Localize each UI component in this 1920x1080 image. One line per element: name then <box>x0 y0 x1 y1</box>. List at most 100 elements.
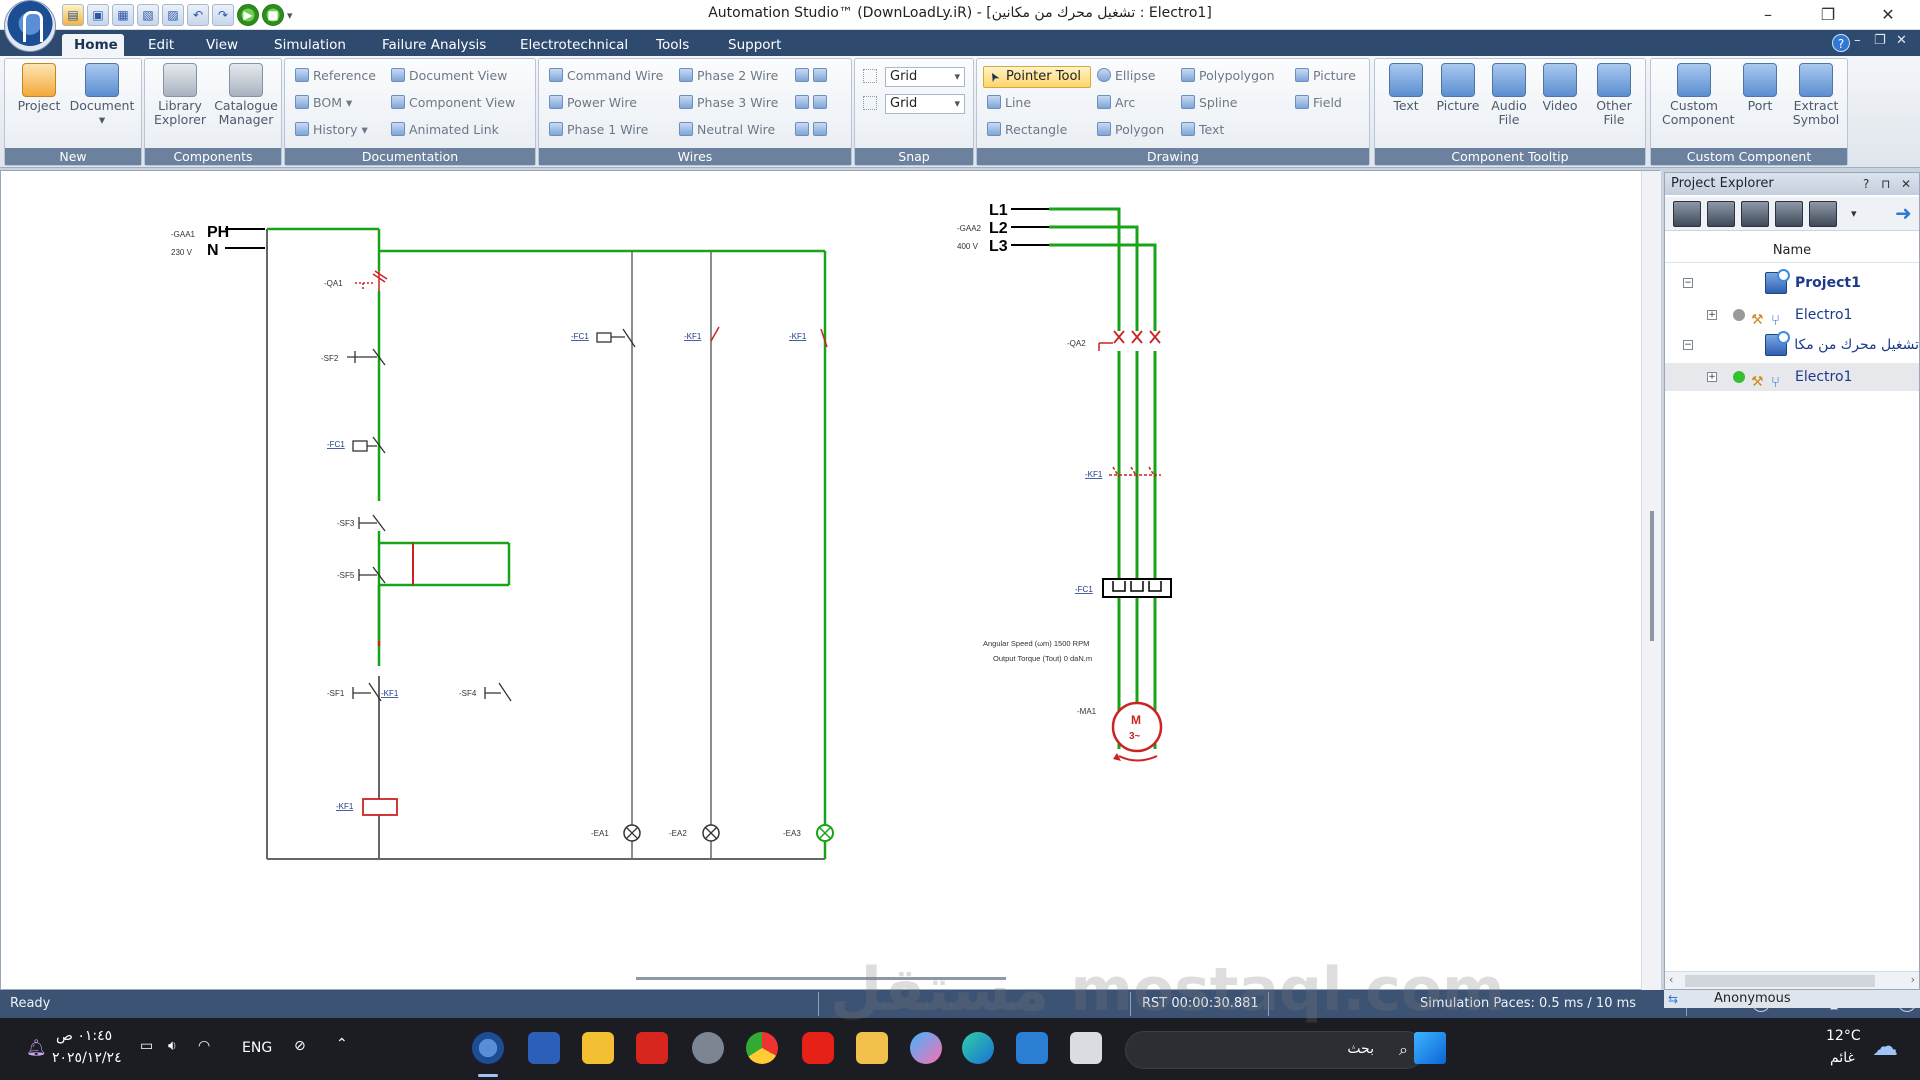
taskbar-search[interactable]: بحث ⌕ <box>1125 1031 1425 1069</box>
schematic-drawing[interactable]: -GAA1 230 V PH N -QA1 -SF2 -FC1 -SF3 -SF… <box>1 171 1641 991</box>
reference-button[interactable]: Reference <box>295 65 376 87</box>
chrome-app-icon[interactable] <box>746 1032 778 1064</box>
weather-condition[interactable]: غائم <box>1830 1050 1855 1066</box>
vscode-app-icon[interactable] <box>1016 1032 1048 1064</box>
camera-off-icon[interactable]: ⊘ <box>294 1038 306 1054</box>
stop-sf5-symbol[interactable] <box>358 566 386 584</box>
app-logo[interactable] <box>4 0 56 52</box>
text-button[interactable]: Text <box>1181 119 1224 141</box>
contact-kf1a-tag[interactable]: -KF1 <box>684 332 702 341</box>
line-button[interactable]: Line <box>987 92 1031 114</box>
expand-icon[interactable]: + <box>1707 310 1717 320</box>
extract-symbol-button[interactable]: Extract Symbol <box>1787 63 1845 145</box>
youtube-app-icon[interactable] <box>802 1032 834 1064</box>
tree-item-electro1[interactable]: + ⚒ ⑂ Electro1 <box>1665 301 1919 329</box>
arc-button[interactable]: Arc <box>1097 92 1135 114</box>
contactor-kf1-tag[interactable]: -KF1 <box>1085 470 1103 479</box>
bom-button[interactable]: BOM ▾ <box>295 92 352 114</box>
contact-fc1-tag[interactable]: -FC1 <box>571 332 589 341</box>
contact-kf1a-symbol[interactable] <box>710 326 720 342</box>
phase1-wire-button[interactable]: Phase 1 Wire <box>549 119 648 141</box>
picture-button[interactable]: Picture <box>1295 65 1356 87</box>
taskbar-time[interactable]: ٠١:٤٥ ص <box>56 1028 112 1044</box>
tab-electrotechnical[interactable]: Electrotechnical <box>508 34 640 56</box>
copilot-app-icon[interactable] <box>910 1032 942 1064</box>
explorer-horizontal-scrollbar[interactable]: ‹ › <box>1665 971 1919 989</box>
overload-fc1-tag[interactable]: -FC1 <box>1075 585 1093 594</box>
animated-link-button[interactable]: Animated Link <box>391 119 499 141</box>
pdf-app-icon[interactable] <box>636 1032 668 1064</box>
holding-kf1-tag[interactable]: -KF1 <box>381 689 399 698</box>
tab-simulation[interactable]: Simulation <box>262 34 358 56</box>
edge-app-icon[interactable] <box>962 1032 994 1064</box>
close-button[interactable]: ✕ <box>1868 4 1908 26</box>
motor-ma1-symbol[interactable] <box>1111 701 1163 753</box>
doc-minimize-icon[interactable]: – <box>1854 33 1861 48</box>
wire-tool-icon[interactable] <box>795 92 831 114</box>
scroll-left-icon[interactable]: ‹ <box>1669 973 1673 986</box>
weather-temperature[interactable]: 12°C <box>1826 1028 1861 1044</box>
contact-fc1-symbol[interactable] <box>596 332 612 343</box>
tab-failure-analysis[interactable]: Failure Analysis <box>370 34 498 56</box>
explorer-tool-icon[interactable] <box>1809 201 1837 227</box>
polypolygon-button[interactable]: Polypolygon <box>1181 65 1275 87</box>
phase2-wire-button[interactable]: Phase 2 Wire <box>679 65 778 87</box>
snap-grid-select[interactable]: Grid <box>885 67 965 87</box>
pointer-tool-button[interactable]: Pointer Tool <box>983 66 1091 88</box>
collapse-icon[interactable]: − <box>1683 278 1693 288</box>
doc-restore-icon[interactable]: ❐ <box>1874 33 1886 48</box>
file-explorer-app-icon[interactable] <box>856 1032 888 1064</box>
neutral-wire-button[interactable]: Neutral Wire <box>679 119 775 141</box>
contactor-kf1-symbol[interactable] <box>1109 466 1161 478</box>
scroll-thumb[interactable] <box>1685 975 1875 987</box>
breaker-qa1-symbol[interactable] <box>372 270 388 291</box>
window-app-icon[interactable] <box>1070 1032 1102 1064</box>
tab-edit[interactable]: Edit <box>136 34 186 56</box>
coil-kf1-symbol[interactable] <box>362 798 398 816</box>
field-button[interactable]: Field <box>1295 92 1342 114</box>
help-icon[interactable]: ? <box>1832 34 1850 52</box>
explorer-tool-icon[interactable] <box>1741 201 1769 227</box>
tree-item-project1[interactable]: − Project1 <box>1665 269 1919 297</box>
tab-view[interactable]: View <box>194 34 250 56</box>
tab-support[interactable]: Support <box>716 34 793 56</box>
canvas-vertical-scrollbar[interactable] <box>1641 171 1661 991</box>
ellipse-button[interactable]: Ellipse <box>1097 65 1155 87</box>
stop-sf3-symbol[interactable] <box>358 514 386 532</box>
tree-item-project2[interactable]: − تشغيل محرك من مكانين <box>1665 331 1919 359</box>
chevron-up-icon[interactable]: ⌃ <box>336 1036 348 1052</box>
wire-tool-icon[interactable] <box>795 65 831 87</box>
schematic-canvas[interactable]: -GAA1 230 V PH N -QA1 -SF2 -FC1 -SF3 -SF… <box>0 170 1661 991</box>
explorer-overflow-icon[interactable]: ▾ <box>1851 207 1857 220</box>
tooltip-video-button[interactable]: Video <box>1535 63 1585 145</box>
project-button[interactable]: Project <box>11 63 67 145</box>
explorer-tool-icon[interactable] <box>1707 201 1735 227</box>
maximize-button[interactable]: ❐ <box>1808 4 1848 26</box>
arrow-right-icon[interactable]: ➜ <box>1895 201 1912 225</box>
tab-tools[interactable]: Tools <box>644 34 701 56</box>
scroll-thumb[interactable] <box>1650 511 1654 641</box>
collapse-icon[interactable]: − <box>1683 340 1693 350</box>
start-sf1-symbol[interactable] <box>352 682 382 702</box>
spline-button[interactable]: Spline <box>1181 92 1237 114</box>
cloud-icon[interactable]: ☁ <box>1872 1032 1898 1062</box>
word-app-icon[interactable] <box>528 1032 560 1064</box>
tooltip-audio-button[interactable]: Audio File <box>1485 63 1533 145</box>
tooltip-picture-button[interactable]: Picture <box>1431 63 1485 145</box>
component-view-button[interactable]: Component View <box>391 92 515 114</box>
library-explorer-button[interactable]: Library Explorer <box>149 63 211 145</box>
doc-close-icon[interactable]: ✕ <box>1896 33 1907 48</box>
expand-icon[interactable]: + <box>1707 372 1717 382</box>
tooltip-other-file-button[interactable]: Other File <box>1587 63 1641 145</box>
tree-item-electro1-active[interactable]: + ⚒ ⑂ Electro1 <box>1665 363 1919 391</box>
minimize-button[interactable]: – <box>1748 4 1788 26</box>
explorer-tool-icon[interactable] <box>1775 201 1803 227</box>
tooltip-text-button[interactable]: Text <box>1381 63 1431 145</box>
phase3-wire-button[interactable]: Phase 3 Wire <box>679 92 778 114</box>
excel-app-icon[interactable] <box>582 1032 614 1064</box>
wire-tool-icon[interactable] <box>795 119 831 141</box>
explorer-close-icon[interactable]: ✕ <box>1901 173 1911 195</box>
canvas-horizontal-scrollbar[interactable] <box>636 977 1006 980</box>
windows-start-icon[interactable] <box>1414 1032 1446 1064</box>
pin-icon[interactable]: ⊓ <box>1881 173 1890 195</box>
